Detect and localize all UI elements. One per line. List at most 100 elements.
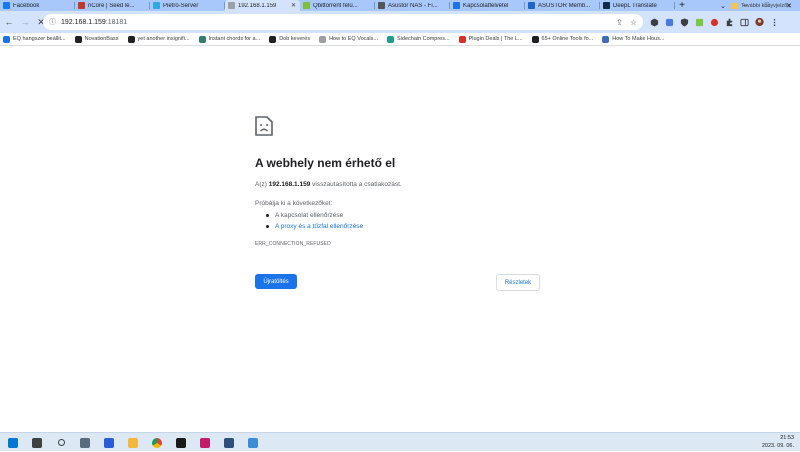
extension-red-icon[interactable]: [710, 18, 719, 27]
bookmark-label: 65+ Online Tools fo...: [541, 36, 594, 42]
bookmark-item[interactable]: EQ hangszer beállit...: [3, 35, 66, 43]
error-code: ERR_CONNECTION_REFUSED: [255, 241, 331, 247]
bookmark-label: Dob keverés: [279, 36, 311, 42]
extensions-puzzle-icon[interactable]: [725, 17, 734, 27]
taskbar-clock[interactable]: 21:53 2023. 09. 06.: [762, 435, 794, 450]
tab-title: Asustor NAS - Fi...: [388, 2, 438, 9]
bookmark-label: Sidechain Compres...: [397, 36, 450, 42]
address-bar[interactable]: ⓘ 192.168.1.159:18181 ⇪ ☆: [43, 14, 643, 30]
tab-3[interactable]: 192.168.1.159 ✕: [225, 0, 300, 11]
extension-hexagon-icon[interactable]: [650, 17, 659, 27]
extension-blue-icon[interactable]: [665, 18, 674, 27]
profile-avatar[interactable]: [755, 17, 764, 27]
tab-6[interactable]: Kapcsolatfelvétel: [450, 0, 525, 11]
bookmark-label: EQ hangszer beállit...: [13, 36, 66, 42]
tab-favicon-icon: [378, 2, 385, 9]
java-app-glyph: [224, 437, 234, 448]
tab-0[interactable]: Facebook: [0, 0, 75, 11]
bookmark-item[interactable]: 65+ Online Tools fo...: [531, 35, 594, 43]
url-port: :18181: [105, 18, 128, 26]
calculator-icon[interactable]: [76, 434, 94, 452]
network-app-icon[interactable]: [244, 434, 262, 452]
bookmark-item[interactable]: NovationBass: [74, 35, 119, 43]
folder-icon: [731, 3, 739, 9]
site-info-icon[interactable]: ⓘ: [49, 17, 56, 27]
bookmark-item[interactable]: yet another insignifi...: [127, 35, 190, 43]
bookmark-label: Plugin Deals | The L...: [468, 36, 523, 42]
bookmark-label: yet another insignifi...: [137, 36, 190, 42]
bookmark-star-icon[interactable]: ☆: [630, 18, 637, 27]
bookmark-label: Instant chords for a...: [208, 36, 261, 42]
bookmark-item[interactable]: Plugin Deals | The L...: [458, 35, 523, 43]
chrome-glyph: [152, 437, 162, 448]
taskbar-apps: [0, 433, 264, 452]
clock-time: 21:53: [780, 435, 794, 441]
tab-1[interactable]: nCore | Seed lé...: [75, 0, 150, 11]
tab-favicon-icon: [603, 2, 610, 9]
bookmark-favicon-icon: [127, 35, 135, 43]
error-title: A webhely nem érhető el: [255, 156, 396, 170]
menu-icon[interactable]: [770, 18, 779, 27]
jetbrains-icon[interactable]: [196, 434, 214, 452]
tab-title: ASUSTOR Memb...: [538, 2, 591, 9]
tab-favicon-icon: [453, 2, 460, 9]
calculator-glyph: [80, 437, 90, 448]
tab-2[interactable]: Pietro-Server: [150, 0, 225, 11]
tab-title: Facebook: [13, 2, 40, 9]
save-app-glyph: [104, 437, 114, 448]
bookmark-favicon-icon: [198, 35, 206, 43]
suggestion-check-proxy-link[interactable]: A proxy és a tűzfal ellenőrzése: [266, 221, 363, 232]
bookmark-item[interactable]: How to EQ Vocals...: [319, 35, 378, 43]
file-explorer-glyph: [128, 437, 138, 448]
tab-favicon-icon: [153, 2, 160, 9]
details-button[interactable]: Részletek: [496, 274, 540, 291]
tab-5[interactable]: Asustor NAS - Fi...: [375, 0, 450, 11]
tab-close-icon[interactable]: ✕: [291, 2, 296, 9]
bookmark-item[interactable]: Instant chords for a...: [198, 35, 261, 43]
tab-favicon-icon: [228, 2, 235, 9]
sad-page-icon: [255, 116, 273, 136]
new-tab-button[interactable]: +: [675, 0, 689, 11]
tab-strip: Facebook nCore | Seed lé... Pietro-Server 1…: [0, 0, 800, 11]
file-explorer-icon[interactable]: [124, 434, 142, 452]
task-view-icon[interactable]: [28, 434, 46, 452]
extension-shield-icon[interactable]: [680, 17, 689, 27]
bookmark-item[interactable]: Sidechain Compres...: [387, 35, 450, 43]
bookmark-label: How To Make Hous...: [612, 36, 665, 42]
windows-start-glyph: [8, 437, 18, 448]
tab-4[interactable]: Qbittorrent felü...: [300, 0, 375, 11]
other-bookmarks[interactable]: További könyvjelzők: [731, 3, 790, 9]
steinberg-icon[interactable]: [172, 434, 190, 452]
page-content: A webhely nem érhető el A(z) 192.168.1.1…: [0, 46, 800, 432]
bookmark-item[interactable]: Dob keverés: [269, 35, 311, 43]
bookmark-label: NovationBass: [84, 36, 119, 42]
search-icon[interactable]: [52, 434, 70, 452]
tab-favicon-icon: [3, 2, 10, 9]
bookmarks-bar: EQ hangszer beállit... NovationBass yet an…: [0, 33, 800, 46]
tab-title: DeepL Translate: [613, 2, 657, 9]
windows-start-icon[interactable]: [4, 434, 22, 452]
reload-button[interactable]: Újratöltés: [255, 274, 297, 289]
back-button[interactable]: ←: [2, 15, 16, 29]
tab-favicon-icon: [528, 2, 535, 9]
search-glyph: [57, 439, 65, 446]
forward-button[interactable]: →: [18, 15, 32, 29]
share-icon[interactable]: ⇪: [616, 18, 623, 27]
bookmark-favicon-icon: [319, 35, 327, 43]
network-app-glyph: [248, 437, 258, 448]
tab-title: Kapcsolatfelvétel: [463, 2, 509, 9]
java-app-icon[interactable]: [220, 434, 238, 452]
sidebar-toggle-icon[interactable]: [740, 18, 749, 27]
save-app-icon[interactable]: [100, 434, 118, 452]
tab-7[interactable]: ASUSTOR Memb...: [525, 0, 600, 11]
suggestion-list: A kapcsolat ellenőrzése A proxy és a tűz…: [266, 210, 363, 232]
chrome-icon[interactable]: [148, 434, 166, 452]
url-host: 192.168.1.159: [61, 18, 106, 26]
other-bookmarks-label: További könyvjelzők: [741, 3, 790, 9]
suggestion-check-connection: A kapcsolat ellenőrzése: [266, 210, 363, 221]
bookmark-item[interactable]: How To Make Hous...: [602, 35, 665, 43]
extension-green-icon[interactable]: [695, 18, 704, 27]
steinberg-glyph: [176, 437, 186, 448]
bookmark-favicon-icon: [458, 35, 466, 43]
tab-8[interactable]: DeepL Translate: [600, 0, 675, 11]
